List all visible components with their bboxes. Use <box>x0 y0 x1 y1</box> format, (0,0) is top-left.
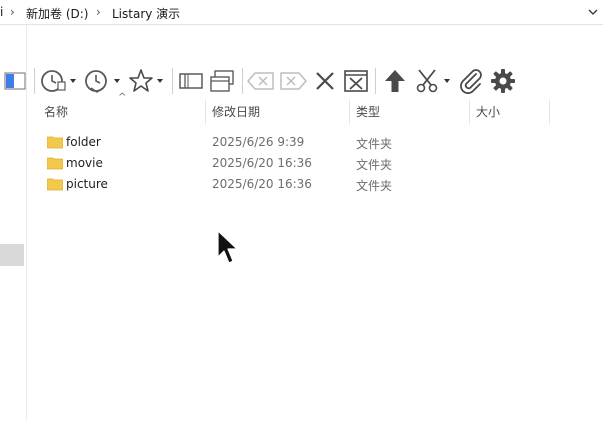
file-type: 文件夹 <box>356 158 393 172</box>
folder-icon <box>47 178 63 191</box>
folder-icon <box>47 157 63 170</box>
file-name: movie <box>66 156 103 170</box>
file-date: 2025/6/20 16:36 <box>212 156 312 170</box>
history-clock-icon <box>85 70 120 93</box>
breadcrumb-separator[interactable]: › <box>10 5 15 19</box>
close-x-icon <box>316 72 334 90</box>
favorites-button[interactable] <box>127 66 167 96</box>
attach-button[interactable] <box>457 66 485 96</box>
backspace-right-icon <box>280 72 307 90</box>
toolbar-separator <box>172 68 173 94</box>
history-button[interactable] <box>83 66 123 96</box>
close-button[interactable] <box>312 66 338 96</box>
address-bar[interactable]: i › 新加卷 (D:) › Listary 演示 <box>0 0 603 25</box>
file-name: folder <box>66 135 101 149</box>
file-type: 文件夹 <box>356 179 393 193</box>
file-type: 文件夹 <box>356 137 393 151</box>
list-item[interactable]: folder 2025/6/26 9:39 文件夹 <box>40 132 560 153</box>
paperclip-icon <box>460 69 482 94</box>
close-window-icon <box>344 70 368 92</box>
toolbar-separator <box>242 68 243 94</box>
windows-button[interactable] <box>208 66 238 96</box>
recent-history-icon <box>41 70 76 92</box>
breadcrumb-current-folder[interactable]: Listary 演示 <box>112 5 180 22</box>
recent-history-button[interactable] <box>39 66 79 96</box>
settings-button[interactable] <box>489 66 517 96</box>
file-date: 2025/6/20 16:36 <box>212 177 312 191</box>
favorites-star-icon <box>129 69 163 92</box>
up-folder-button[interactable] <box>380 66 410 96</box>
gear-icon <box>491 69 515 93</box>
listary-toolbar <box>0 66 603 96</box>
column-header-date[interactable]: 修改日期 <box>206 100 350 124</box>
breadcrumb-drive[interactable]: 新加卷 (D:) <box>26 5 88 22</box>
backspace-right-button[interactable] <box>278 66 308 96</box>
column-header-size[interactable]: 大小 <box>470 100 550 124</box>
panel-layout-icon <box>4 72 26 90</box>
column-headers: 名称 修改日期 类型 大小 <box>38 100 558 124</box>
toolbar-separator <box>375 68 376 94</box>
toolbar-separator <box>34 68 35 94</box>
mouse-cursor-icon <box>217 230 238 264</box>
panel-layout-button[interactable] <box>3 66 27 96</box>
navigation-pane-selected-item[interactable] <box>0 244 24 266</box>
folder-icon <box>47 136 63 149</box>
chevron-down-icon <box>588 9 598 15</box>
breadcrumb-leading-fragment[interactable]: i <box>0 5 3 19</box>
arrow-up-icon <box>385 70 405 92</box>
list-item[interactable]: movie 2025/6/20 16:36 文件夹 <box>40 153 560 174</box>
file-date: 2025/6/26 9:39 <box>212 135 305 149</box>
close-window-button[interactable] <box>342 66 370 96</box>
backspace-left-button[interactable] <box>246 66 276 96</box>
scissors-icon <box>416 69 450 93</box>
view-panels-icon <box>179 73 203 89</box>
cut-button[interactable] <box>413 66 453 96</box>
backspace-left-icon <box>247 72 274 90</box>
column-header-type[interactable]: 类型 <box>350 100 470 124</box>
list-item[interactable]: picture 2025/6/20 16:36 文件夹 <box>40 174 560 195</box>
address-dropdown-button[interactable] <box>583 2 603 22</box>
windows-icon <box>210 70 234 92</box>
file-name: picture <box>66 177 108 191</box>
column-header-name[interactable]: 名称 <box>38 100 206 124</box>
breadcrumb-separator[interactable]: › <box>96 5 101 19</box>
view-panels-button[interactable] <box>177 66 205 96</box>
